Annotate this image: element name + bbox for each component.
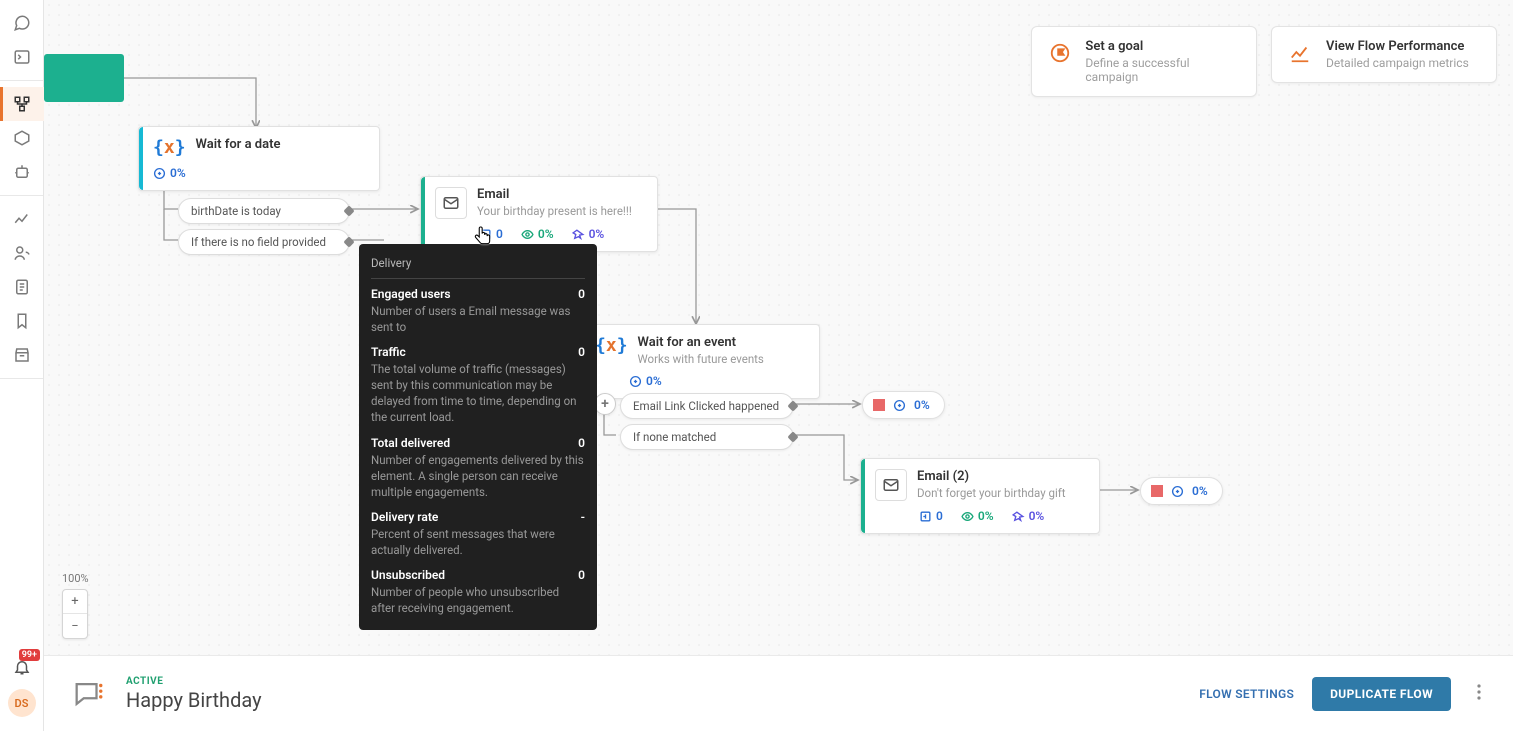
flag-icon bbox=[1046, 39, 1073, 67]
end-pill-b[interactable]: 0% bbox=[1140, 477, 1223, 505]
condition-label: Email Link Clicked happened bbox=[633, 399, 779, 413]
wait-date-node[interactable]: {x} Wait for a date 0% bbox=[138, 126, 380, 191]
tooltip-row-title: Delivery rate bbox=[371, 510, 438, 524]
zoom-out-button[interactable]: − bbox=[63, 614, 87, 638]
tooltip-row-desc: Number of users a Email message was sent… bbox=[371, 303, 585, 335]
tooltip-row-title: Unsubscribed bbox=[371, 568, 445, 582]
condition-label: If none matched bbox=[633, 430, 716, 444]
condition-nofield[interactable]: If there is no field provided bbox=[178, 229, 350, 255]
zoom-level: 100% bbox=[62, 572, 89, 585]
perf-subtitle: Detailed campaign metrics bbox=[1326, 56, 1469, 70]
view-performance-card[interactable]: View Flow Performance Detailed campaign … bbox=[1271, 26, 1497, 83]
tooltip-row-value: 0 bbox=[578, 436, 585, 450]
trigger-node[interactable] bbox=[44, 54, 124, 102]
braces-icon: {x} bbox=[595, 335, 628, 366]
sidebar-users-icon[interactable] bbox=[0, 236, 44, 270]
sidebar-terminal-icon[interactable] bbox=[0, 40, 44, 74]
set-goal-card[interactable]: Set a goal Define a successful campaign bbox=[1031, 26, 1257, 97]
tooltip-row-value: 0 bbox=[578, 345, 585, 359]
tooltip-row-desc: Number of people who unsubscribed after … bbox=[371, 584, 585, 616]
goal-title: Set a goal bbox=[1085, 39, 1242, 54]
flow-name: Happy Birthday bbox=[126, 688, 262, 712]
wait-event-node[interactable]: {x} Wait for an event Works with future … bbox=[580, 324, 820, 399]
endpill-b-value: 0% bbox=[1192, 484, 1208, 498]
tooltip-row-title: Engaged users bbox=[371, 287, 451, 301]
email1-stat-open: 0% bbox=[538, 227, 554, 241]
endpill-a-value: 0% bbox=[914, 398, 930, 412]
flow-settings-link[interactable]: FLOW SETTINGS bbox=[1199, 687, 1294, 701]
node-subtitle: Works with future events bbox=[638, 352, 764, 366]
left-sidebar: 99+ DS bbox=[0, 0, 44, 731]
flow-status: ACTIVE bbox=[126, 676, 262, 687]
condition-label: birthDate is today bbox=[191, 204, 281, 218]
tooltip-header: Delivery bbox=[371, 254, 585, 279]
email1-stat-click: 0% bbox=[589, 227, 605, 241]
footer-bar: ACTIVE Happy Birthday FLOW SETTINGS DUPL… bbox=[44, 655, 1513, 731]
condition-label: If there is no field provided bbox=[191, 235, 326, 249]
sidebar-analytics-icon[interactable] bbox=[0, 202, 44, 236]
wait-date-stat: 0% bbox=[170, 166, 186, 180]
node-subtitle: Your birthday present is here!!! bbox=[477, 204, 632, 218]
add-branch-button[interactable]: + bbox=[594, 393, 616, 415]
condition-link-clicked[interactable]: Email Link Clicked happened bbox=[620, 393, 794, 419]
goal-subtitle: Define a successful campaign bbox=[1085, 56, 1242, 84]
sidebar-tooltip-icon[interactable] bbox=[0, 6, 44, 40]
notification-badge: 99+ bbox=[19, 649, 40, 661]
email2-stat-sent: 0 bbox=[936, 509, 943, 523]
tooltip-row-title: Traffic bbox=[371, 345, 406, 359]
more-menu-icon[interactable] bbox=[1469, 680, 1489, 708]
condition-nomatch[interactable]: If none matched bbox=[620, 424, 794, 450]
sidebar-bot-icon[interactable] bbox=[0, 155, 44, 189]
sidebar-package-icon[interactable] bbox=[0, 121, 44, 155]
end-pill-a[interactable]: 0% bbox=[862, 391, 945, 419]
cursor-hand-icon bbox=[473, 225, 493, 254]
tooltip-row-title: Total delivered bbox=[371, 436, 450, 450]
avatar[interactable]: DS bbox=[8, 689, 36, 717]
flow-canvas[interactable]: {x} Wait for a date 0% birthDate is toda… bbox=[44, 0, 1513, 655]
tooltip-row-value: - bbox=[581, 510, 585, 524]
tooltip-row-desc: Percent of sent messages that were actua… bbox=[371, 526, 585, 558]
zoom-control: 100% + − bbox=[62, 572, 89, 639]
mail-icon bbox=[435, 187, 467, 219]
node-subtitle: Don't forget your birthday gift bbox=[917, 486, 1066, 500]
node-title: Wait for a date bbox=[196, 137, 281, 152]
tooltip-row-value: 0 bbox=[578, 568, 585, 582]
notification-bell[interactable]: 99+ bbox=[0, 649, 44, 685]
wait-event-stat: 0% bbox=[646, 374, 662, 388]
email1-stat-sent: 0 bbox=[496, 227, 503, 241]
chart-icon bbox=[1286, 39, 1314, 67]
swatch-red bbox=[873, 399, 885, 411]
sidebar-bookmark-icon[interactable] bbox=[0, 304, 44, 338]
email2-stat-open: 0% bbox=[978, 509, 994, 523]
delivery-tooltip: Delivery Engaged users 0 Number of users … bbox=[359, 244, 597, 630]
condition-birthdate[interactable]: birthDate is today bbox=[178, 198, 350, 224]
tooltip-row-desc: Number of engagements delivered by this … bbox=[371, 452, 585, 500]
tooltip-row-value: 0 bbox=[578, 287, 585, 301]
node-title: Email (2) bbox=[917, 469, 1066, 484]
swatch-red bbox=[1151, 485, 1163, 497]
zoom-in-button[interactable]: + bbox=[63, 590, 87, 614]
duplicate-flow-button[interactable]: DUPLICATE FLOW bbox=[1312, 677, 1451, 711]
sidebar-flow-icon[interactable] bbox=[0, 87, 44, 121]
sidebar-store-icon[interactable] bbox=[0, 338, 44, 372]
email2-node[interactable]: Email (2) Don't forget your birthday gif… bbox=[860, 458, 1100, 534]
mail-icon bbox=[875, 469, 907, 501]
node-title: Wait for an event bbox=[638, 335, 764, 350]
perf-title: View Flow Performance bbox=[1326, 39, 1469, 54]
email2-stat-click: 0% bbox=[1029, 509, 1045, 523]
tooltip-row-desc: The total volume of traffic (messages) s… bbox=[371, 361, 585, 425]
braces-icon: {x} bbox=[153, 137, 186, 158]
sidebar-document-icon[interactable] bbox=[0, 270, 44, 304]
node-title: Email bbox=[477, 187, 632, 202]
flow-chat-icon bbox=[68, 674, 108, 714]
email1-node[interactable]: Email Your birthday present is here!!! 0… bbox=[420, 176, 658, 252]
